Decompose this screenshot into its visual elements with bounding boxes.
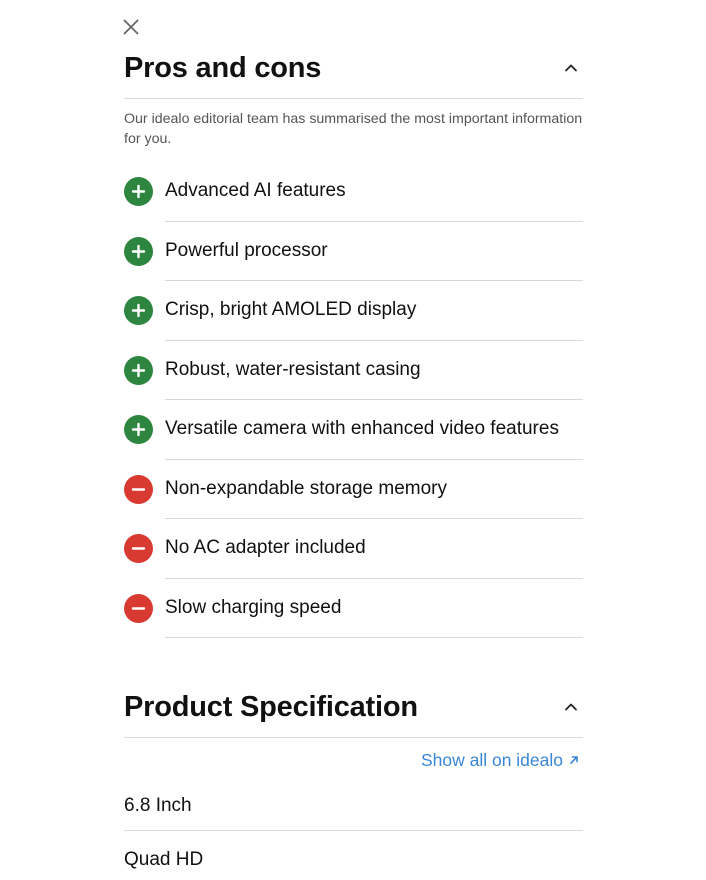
pros-cons-header[interactable]: Pros and cons (124, 38, 583, 99)
pros-cons-item-text: No AC adapter included (165, 519, 583, 579)
chevron-up-icon (565, 64, 577, 72)
pros-cons-item-pro: Robust, water-resistant casing (124, 341, 583, 400)
pros-cons-item-text: Robust, water-resistant casing (165, 341, 583, 400)
pros-cons-item-con: Slow charging speed (124, 579, 583, 638)
pros-cons-collapse-button[interactable] (559, 56, 583, 80)
spec-row: Quad HD (124, 831, 583, 880)
pros-cons-item-text: Powerful processor (165, 222, 583, 281)
pros-cons-item-text: Versatile camera with enhanced video fea… (165, 400, 583, 460)
spec-link-row: Show all on idealo (124, 738, 583, 782)
plus-icon (124, 355, 153, 385)
arrow-up-right-icon (570, 756, 578, 764)
pros-cons-item-text: Advanced AI features (165, 162, 583, 222)
content-column: Pros and cons Our idealo editorial team … (124, 0, 583, 880)
pros-cons-item-text: Non-expandable storage memory (165, 460, 583, 519)
show-all-link-label: Show all on idealo (420, 749, 563, 770)
pros-cons-title: Pros and cons (124, 51, 322, 84)
pros-cons-item-text: Crisp, bright AMOLED display (165, 281, 583, 341)
minus-icon (124, 534, 153, 564)
pros-cons-item-con: Non-expandable storage memory (124, 460, 583, 519)
plus-icon (124, 177, 153, 207)
minus-icon (124, 593, 153, 623)
pros-cons-item-pro: Crisp, bright AMOLED display (124, 281, 583, 341)
pros-cons-item-text: Slow charging speed (165, 579, 583, 638)
pros-cons-item-pro: Versatile camera with enhanced video fea… (124, 400, 583, 460)
pros-cons-list: Advanced AI features Powerful processor Cr… (124, 162, 583, 638)
spec-row-value: 6.8 Inch (124, 795, 192, 816)
pros-cons-item-pro: Powerful processor (124, 222, 583, 281)
chevron-up-icon (565, 703, 577, 711)
plus-icon (124, 296, 153, 326)
spec-header[interactable]: Product Specification (124, 677, 583, 738)
plus-icon (124, 236, 153, 266)
spec-collapse-button[interactable] (559, 695, 583, 719)
plus-icon (124, 415, 153, 445)
show-all-link[interactable]: Show all on idealo (421, 750, 583, 771)
pros-cons-item-con: No AC adapter included (124, 519, 583, 579)
pros-cons-intro: Our idealo editorial team has summarised… (124, 111, 583, 147)
minus-icon (124, 474, 153, 504)
spec-title: Product Specification (124, 690, 418, 723)
pros-cons-item-pro: Advanced AI features (124, 162, 583, 222)
spec-row: 6.8 Inch (124, 782, 583, 831)
